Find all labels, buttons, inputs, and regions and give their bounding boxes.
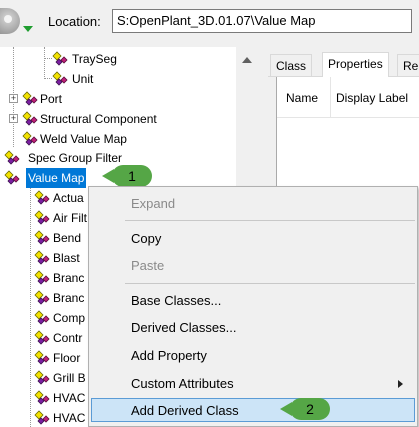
tree-connector xyxy=(44,47,45,79)
tree-item-label: Branc xyxy=(53,271,85,285)
expand-plus-icon[interactable]: + xyxy=(9,114,18,123)
class-node-icon xyxy=(34,330,50,345)
callout-step-2: 2 xyxy=(280,398,330,420)
menu-item-expand[interactable]: Expand xyxy=(91,192,415,216)
menu-item-label: Custom Attributes xyxy=(131,376,234,391)
class-node-icon xyxy=(22,111,38,126)
tab-class[interactable]: Class xyxy=(270,54,313,76)
tree-connector xyxy=(30,187,31,427)
menu-item-base-classes[interactable]: Base Classes... xyxy=(91,289,415,313)
class-node-icon xyxy=(4,150,20,165)
class-node-icon xyxy=(4,170,20,185)
tree-item-label: Port xyxy=(40,92,63,106)
tree-item-label: Floor xyxy=(53,351,81,365)
class-node-icon xyxy=(52,51,68,66)
callout-number: 2 xyxy=(306,401,314,417)
grid-header: Name Display Label xyxy=(277,77,419,118)
menu-item-add-property[interactable]: Add Property xyxy=(91,344,415,368)
tab-strip: Class Properties Re xyxy=(268,52,419,77)
menu-item-label: Add Property xyxy=(131,348,207,363)
menu-item-copy[interactable]: Copy xyxy=(91,227,415,251)
location-input[interactable]: S:OpenPlant_3D.01.07\Value Map xyxy=(112,9,412,33)
tab-properties[interactable]: Properties xyxy=(322,52,389,77)
tree-item-label: Blast xyxy=(53,251,80,265)
tree-item-label: Bend xyxy=(53,231,82,245)
tree-item-label: Air Filt xyxy=(53,211,87,225)
class-node-icon xyxy=(34,310,50,325)
tree-item-label: Branc xyxy=(53,291,85,305)
class-node-icon xyxy=(34,230,50,245)
menu-item-label: Base Classes... xyxy=(131,293,222,308)
tab-label: Re xyxy=(403,59,419,73)
scroll-up-arrow-icon[interactable] xyxy=(242,57,252,63)
tree-item-label: Grill B xyxy=(53,371,86,385)
menu-item-label: Copy xyxy=(131,231,162,246)
class-node-icon xyxy=(34,370,50,385)
callout-number: 1 xyxy=(128,168,136,184)
tree-item-label: Actua xyxy=(53,191,84,205)
tree-item-label-selected: Value Map xyxy=(26,168,87,188)
location-label: Location: xyxy=(48,14,101,29)
class-node-icon xyxy=(34,290,50,305)
menu-item-label: Paste xyxy=(131,258,165,273)
tree-item-label: Contr xyxy=(53,331,83,345)
menu-item-add-derived-class[interactable]: Add Derived Class xyxy=(91,398,415,422)
submenu-arrow-icon xyxy=(398,380,403,388)
menu-separator xyxy=(125,283,415,284)
tree-item-label: HVAC xyxy=(53,391,86,405)
tree-item-label: Spec Group Filter xyxy=(28,151,123,165)
class-node-icon xyxy=(34,410,50,425)
menu-item-label: Expand xyxy=(131,196,176,211)
class-node-icon xyxy=(52,71,68,86)
expand-plus-icon[interactable]: + xyxy=(9,94,18,103)
menu-item-paste[interactable]: Paste xyxy=(91,254,415,278)
menu-item-label: Add Derived Class xyxy=(131,403,239,418)
class-node-icon xyxy=(22,131,38,146)
class-node-icon xyxy=(34,190,50,205)
menu-item-derived-classes[interactable]: Derived Classes... xyxy=(91,316,415,340)
column-header-display-label[interactable]: Display Label xyxy=(336,91,408,105)
tree-item-label: TraySeg xyxy=(72,52,117,66)
class-node-icon xyxy=(34,350,50,365)
tree-item-label: Unit xyxy=(72,72,94,86)
tree-connector xyxy=(44,58,52,59)
column-header-name[interactable]: Name xyxy=(286,91,318,105)
column-divider[interactable] xyxy=(330,77,331,117)
class-node-icon xyxy=(34,390,50,405)
dropdown-arrow-icon[interactable] xyxy=(23,26,33,32)
tree-item-label: Weld Value Map xyxy=(40,132,127,146)
class-node-icon xyxy=(34,210,50,225)
callout-step-1: 1 xyxy=(102,165,152,187)
class-node-icon xyxy=(34,250,50,265)
tab-relationships[interactable]: Re xyxy=(397,54,419,76)
tree-item-label: Comp xyxy=(53,311,86,325)
tab-label: Class xyxy=(276,59,307,73)
toolbar: Location: S:OpenPlant_3D.01.07\Value Map xyxy=(0,0,419,44)
class-node-icon xyxy=(34,270,50,285)
class-node-icon xyxy=(22,91,38,106)
tree-connector xyxy=(44,78,52,79)
tree-item-label: Structural Component xyxy=(40,112,157,126)
menu-item-custom-attributes[interactable]: Custom Attributes xyxy=(91,372,415,396)
menu-item-label: Derived Classes... xyxy=(131,320,237,335)
back-button[interactable] xyxy=(0,8,20,34)
tab-label: Properties xyxy=(328,57,383,71)
menu-separator xyxy=(125,220,415,221)
context-menu: Expand Copy Paste Base Classes... Derive… xyxy=(88,186,418,427)
tree-item-label: HVAC xyxy=(53,411,86,425)
